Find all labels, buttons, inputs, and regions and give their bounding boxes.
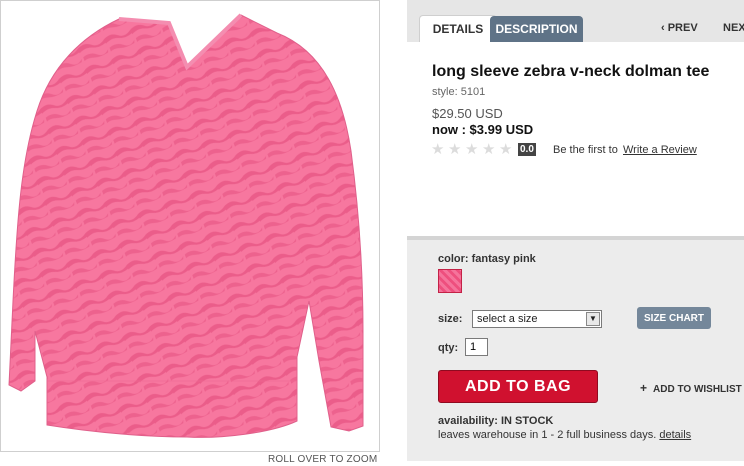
color-swatch[interactable] bbox=[438, 269, 462, 293]
tab-description[interactable]: DESCRIPTION bbox=[490, 16, 583, 42]
zoom-note: ROLL OVER TO ZOOM bbox=[268, 454, 378, 465]
prev-link[interactable]: ‹ PREV bbox=[661, 22, 698, 34]
sale-price: now : $3.99 USD bbox=[432, 122, 534, 137]
add-to-wishlist-button[interactable]: + ADD TO WISHLIST bbox=[640, 381, 742, 395]
qty-label: qty: bbox=[438, 342, 459, 354]
size-select[interactable]: select a size ▼ bbox=[472, 310, 602, 328]
star-icon: ★ bbox=[482, 141, 496, 158]
tab-details[interactable]: DETAILS bbox=[419, 15, 497, 42]
details-link[interactable]: details bbox=[659, 429, 691, 441]
product-image[interactable] bbox=[1, 1, 380, 452]
color-label: color: fantasy pink bbox=[438, 253, 536, 265]
star-icon: ★ bbox=[465, 141, 479, 158]
write-review-link[interactable]: Write a Review bbox=[623, 144, 697, 156]
star-icon: ★ bbox=[499, 141, 513, 158]
style-number: style: 5101 bbox=[432, 86, 486, 98]
product-details: long sleeve zebra v-neck dolman tee styl… bbox=[407, 42, 744, 235]
add-to-bag-button[interactable]: ADD TO BAG bbox=[438, 370, 598, 403]
size-label: size: bbox=[438, 313, 463, 325]
rating-badge: 0.0 bbox=[518, 143, 536, 156]
next-link[interactable]: NEXT bbox=[723, 22, 744, 34]
purchase-options: color: fantasy pink size: select a size … bbox=[407, 236, 744, 461]
shipping-note: leaves warehouse in 1 - 2 full business … bbox=[438, 429, 691, 441]
plus-icon: + bbox=[640, 381, 648, 395]
rating-stars: ★ ★ ★ ★ ★ bbox=[431, 141, 516, 158]
product-title: long sleeve zebra v-neck dolman tee bbox=[432, 63, 710, 80]
product-info-panel: DETAILS DESCRIPTION ‹ PREV NEXT long sle… bbox=[407, 0, 744, 466]
qty-input[interactable]: 1 bbox=[465, 338, 488, 356]
review-prompt: Be the first to bbox=[553, 144, 618, 156]
availability: availability: IN STOCK bbox=[438, 415, 554, 427]
tab-bar: DETAILS DESCRIPTION ‹ PREV NEXT bbox=[407, 0, 744, 42]
product-image-panel[interactable] bbox=[0, 0, 380, 452]
star-icon: ★ bbox=[448, 141, 462, 158]
shipping-text: leaves warehouse in 1 - 2 full business … bbox=[438, 429, 657, 441]
original-price: $29.50 USD bbox=[432, 106, 503, 121]
size-chart-button[interactable]: SIZE CHART bbox=[637, 307, 711, 329]
star-icon: ★ bbox=[431, 141, 445, 158]
chevron-down-icon[interactable]: ▼ bbox=[586, 312, 600, 326]
wishlist-label: ADD TO WISHLIST bbox=[653, 384, 742, 395]
size-select-value: select a size bbox=[477, 313, 538, 325]
